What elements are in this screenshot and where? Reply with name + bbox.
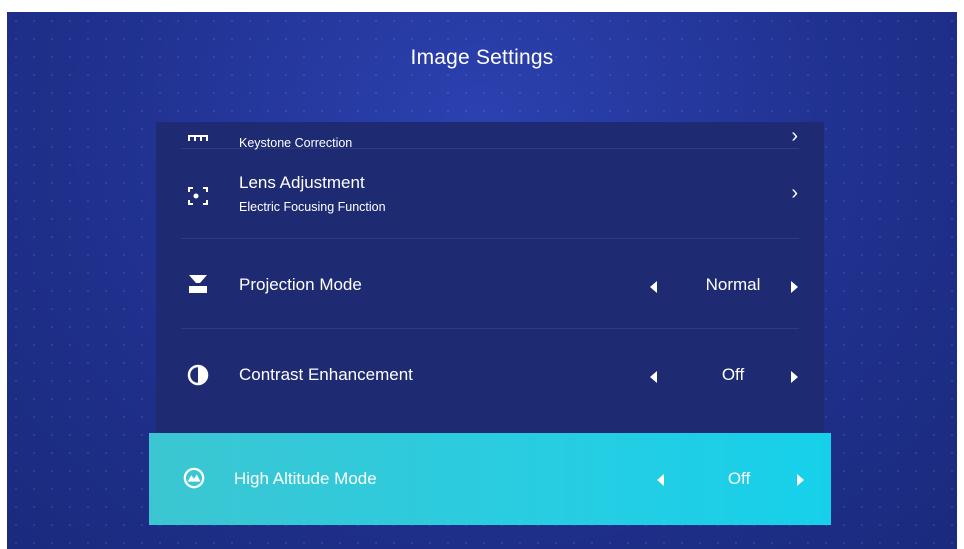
projection-icon	[189, 275, 207, 293]
contrast-enhancement-value: Off	[721, 365, 745, 384]
focus-icon	[188, 187, 208, 205]
settings-item-high-altitude-mode[interactable]: High Altitude Mode Off	[149, 433, 831, 525]
settings-item-sublabel: Electric Focusing Function	[239, 200, 386, 214]
chevron-right-icon[interactable]: ›	[791, 182, 798, 205]
settings-item-contrast-enhancement[interactable]: Contrast Enhancement Off	[156, 329, 824, 419]
chevron-right-icon: ›	[791, 125, 798, 147]
settings-item-projection-mode[interactable]: Projection Mode Normal	[156, 239, 824, 329]
settings-item-lens-adjustment[interactable]: Lens Adjustment Electric Focusing Functi…	[156, 149, 824, 239]
settings-item-label: Contrast Enhancement	[239, 365, 413, 384]
arrow-left-icon[interactable]	[644, 367, 664, 387]
arrow-left-icon[interactable]	[644, 277, 664, 297]
projection-mode-value: Normal	[705, 275, 761, 294]
settings-item-label: Lens Adjustment	[239, 173, 365, 192]
page-title: Image Settings	[410, 46, 554, 69]
arrow-right-icon[interactable]	[790, 470, 810, 490]
settings-item-label: High Altitude Mode	[234, 469, 377, 488]
high-altitude-mode-value: Off	[727, 469, 751, 488]
mountain-icon	[183, 467, 205, 489]
settings-screen: Image Settings Keystone Correction › Len…	[7, 12, 957, 549]
settings-list[interactable]: Keystone Correction › Lens Adjustment El…	[156, 122, 824, 434]
contrast-icon	[187, 364, 209, 386]
arrow-right-icon[interactable]	[784, 367, 804, 387]
arrow-left-icon[interactable]	[651, 470, 671, 490]
settings-item-label: Projection Mode	[239, 275, 362, 294]
arrow-right-icon[interactable]	[784, 277, 804, 297]
settings-item-keystone[interactable]: Keystone Correction ›	[156, 122, 824, 150]
